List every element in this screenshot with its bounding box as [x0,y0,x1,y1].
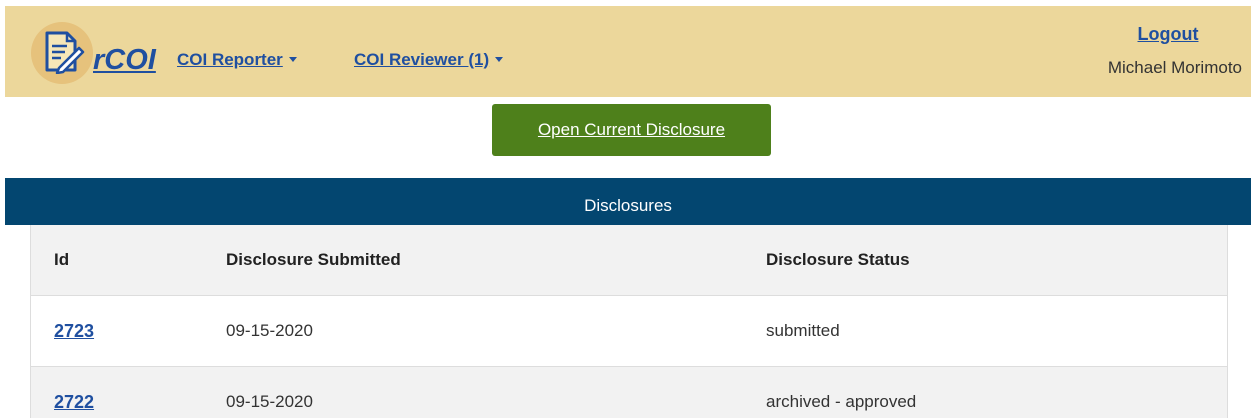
column-header-id: Id [54,250,70,269]
column-header-status: Disclosure Status [766,250,910,269]
id-cell: 2722 [54,367,94,418]
menu-coi-reporter[interactable]: COI Reporter [177,51,297,68]
disclosure-id-link[interactable]: 2722 [54,392,94,413]
submitted-date-cell: 09-15-2020 [226,392,313,411]
table-row: 2722 09-15-2020 archived - approved [31,367,1227,418]
page: rCOI COI Reporter COI Reviewer (1) Logou… [0,0,1251,418]
top-navbar: rCOI COI Reporter COI Reviewer (1) Logou… [5,6,1251,97]
caret-down-icon [495,57,504,62]
caret-down-icon [288,57,297,62]
menu-coi-reporter-label: COI Reporter [177,50,283,69]
disclosures-table-title: Disclosures [5,178,1251,225]
app-logo[interactable]: rCOI [27,16,156,88]
open-current-disclosure-button[interactable]: Open Current Disclosure [492,104,771,156]
submitted-date-cell: 09-15-2020 [226,321,313,340]
disclosure-id-link[interactable]: 2723 [54,321,94,342]
id-cell: 2723 [54,296,94,366]
logout-link[interactable]: Logout [1098,25,1238,43]
document-pen-icon [45,31,85,74]
menu-coi-reviewer-label: COI Reviewer (1) [354,50,490,69]
table-row: 2723 09-15-2020 submitted [31,296,1227,367]
column-header-submitted: Disclosure Submitted [226,250,401,269]
status-cell: submitted [766,321,840,340]
user-name: Michael Morimoto [1107,58,1242,77]
table-header-row: Id Disclosure Submitted Disclosure Statu… [31,225,1227,296]
menu-coi-reviewer[interactable]: COI Reviewer (1) [354,50,504,69]
status-cell: archived - approved [766,392,917,411]
disclosures-table: Id Disclosure Submitted Disclosure Statu… [30,225,1228,418]
logo-text[interactable]: rCOI [93,46,156,75]
